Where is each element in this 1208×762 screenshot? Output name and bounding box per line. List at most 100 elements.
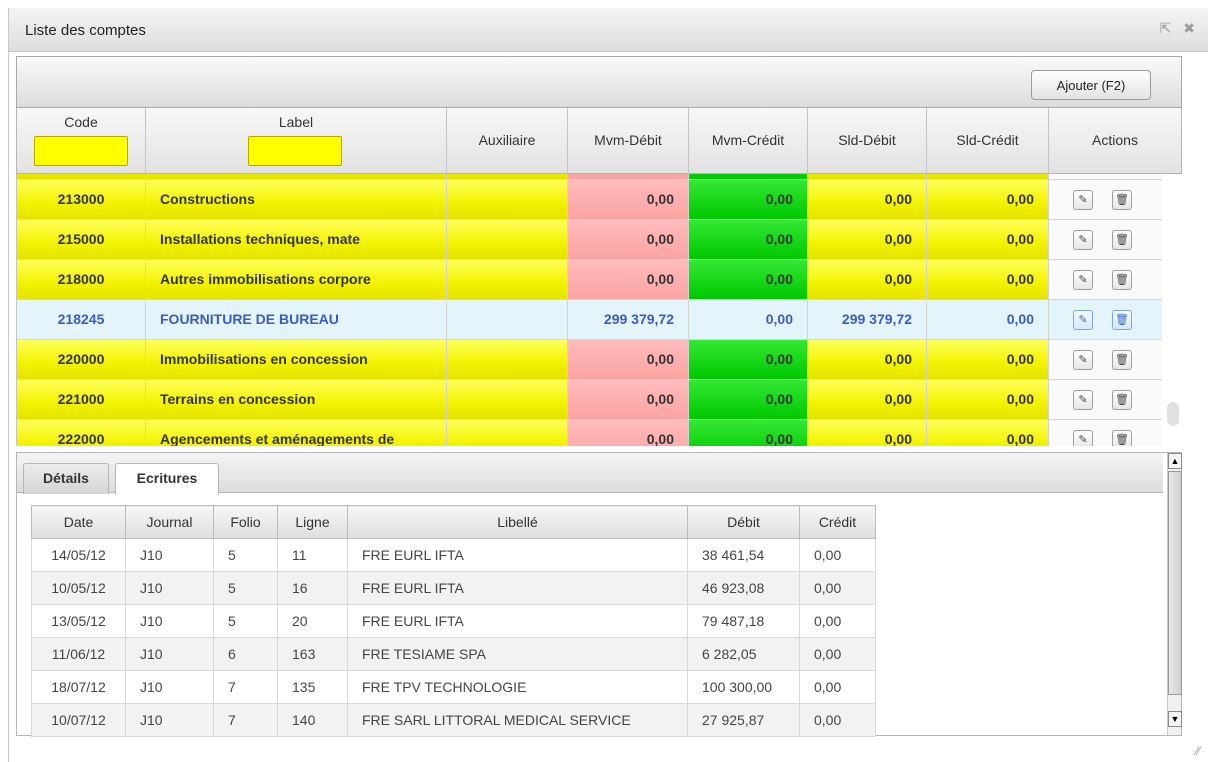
scroll-down-icon[interactable]: ▼ xyxy=(1168,711,1182,727)
edit-icon[interactable]: ✎ xyxy=(1073,190,1093,210)
table-row[interactable]: 221000 Terrains en concession 0,00 0,00 … xyxy=(17,380,1163,420)
delete-icon[interactable]: 🗑 xyxy=(1112,190,1132,210)
column-header-mvm-debit[interactable]: Mvm-Débit xyxy=(568,108,689,174)
column-header-journal[interactable]: Journal xyxy=(125,505,214,539)
details-scroll-thumb[interactable] xyxy=(1168,471,1182,695)
table-row[interactable]: 220000 Immobilisations en concession 0,0… xyxy=(17,340,1163,380)
column-header-code[interactable]: Code xyxy=(17,108,146,174)
details-panel: Détails Ecritures Date Journal Folio Lig… xyxy=(16,452,1182,737)
table-row[interactable]: 18/07/12 J10 7 135 FRE TPV TECHNOLOGIE 1… xyxy=(31,670,876,704)
details-scrollbar[interactable]: ▲ ▼ xyxy=(1167,453,1182,735)
table-row[interactable]: 14/05/12 J10 5 11 FRE EURL IFTA 38 461,5… xyxy=(31,538,876,572)
column-header-sld-credit[interactable]: Sld-Crédit xyxy=(927,108,1049,174)
column-header-credit[interactable]: Crédit xyxy=(799,505,876,539)
accounts-grid-scrollbar[interactable] xyxy=(1162,174,1182,446)
cell-mvm-credit: 0,00 xyxy=(689,300,808,340)
column-header-label[interactable]: Label xyxy=(146,108,447,174)
table-row[interactable]: 13/05/12 J10 5 20 FRE EURL IFTA 79 487,1… xyxy=(31,604,876,638)
cell-credit: 0,00 xyxy=(799,670,876,704)
cell-journal: J10 xyxy=(125,604,214,638)
cell-libelle: FRE EURL IFTA xyxy=(347,571,688,605)
cell-actions: ✎ 🗑 xyxy=(1049,340,1163,380)
code-filter-input[interactable] xyxy=(34,136,128,166)
delete-icon[interactable]: 🗑 xyxy=(1112,230,1132,250)
cell-label: Constructions xyxy=(146,180,447,220)
resize-grip-icon[interactable]: ⁄⁄ xyxy=(1196,744,1200,758)
cell-date: 18/07/12 xyxy=(31,670,126,704)
table-row[interactable]: 11/06/12 J10 6 163 FRE TESIAME SPA 6 282… xyxy=(31,637,876,671)
column-header-libelle[interactable]: Libellé xyxy=(347,505,688,539)
cell-ligne: 140 xyxy=(277,703,348,737)
popout-icon[interactable]: ⇱ xyxy=(1160,20,1172,36)
delete-icon[interactable]: 🗑 xyxy=(1112,390,1132,410)
tab-ecritures[interactable]: Ecritures xyxy=(115,463,219,495)
cell-credit: 0,00 xyxy=(799,571,876,605)
close-icon[interactable]: ✖ xyxy=(1183,20,1195,36)
cell-auxiliaire xyxy=(447,420,568,446)
column-header-ligne[interactable]: Ligne xyxy=(277,505,348,539)
scroll-up-icon[interactable]: ▲ xyxy=(1168,453,1182,469)
cell-ligne: 135 xyxy=(277,670,348,704)
label-filter-input[interactable] xyxy=(248,136,342,166)
delete-icon[interactable]: 🗑 xyxy=(1112,310,1132,330)
cell-auxiliaire xyxy=(447,340,568,380)
toolbar: Ajouter (F2) xyxy=(16,56,1182,108)
cell-ligne: 16 xyxy=(277,571,348,605)
table-row[interactable]: 10/07/12 J10 7 140 FRE SARL LITTORAL MED… xyxy=(31,703,876,737)
cell-credit: 0,00 xyxy=(799,637,876,671)
cell-code: 222000 xyxy=(17,420,146,446)
cell-debit: 27 925,87 xyxy=(687,703,800,737)
cell-mvm-credit: 0,00 xyxy=(689,340,808,380)
column-label-label: Label xyxy=(278,114,314,130)
column-label-sld-credit: Sld-Crédit xyxy=(956,132,1019,148)
edit-icon[interactable]: ✎ xyxy=(1073,310,1093,330)
column-label-code: Code xyxy=(64,114,98,130)
tab-details[interactable]: Détails xyxy=(23,463,109,494)
cell-sld-debit: 0,00 xyxy=(808,340,927,380)
cell-auxiliaire xyxy=(447,380,568,420)
column-header-sld-debit[interactable]: Sld-Débit xyxy=(808,108,927,174)
cell-debit: 46 923,08 xyxy=(687,571,800,605)
edit-icon[interactable]: ✎ xyxy=(1073,270,1093,290)
table-row[interactable]: 218000 Autres immobilisations corpore 0,… xyxy=(17,260,1163,300)
table-row-selected[interactable]: 218245 FOURNITURE DE BUREAU 299 379,72 0… xyxy=(17,300,1163,340)
cell-folio: 5 xyxy=(213,604,278,638)
cell-sld-debit: 299 379,72 xyxy=(808,300,927,340)
cell-actions: ✎ 🗑 xyxy=(1049,420,1163,446)
cell-ligne: 11 xyxy=(277,538,348,572)
cell-mvm-debit: 0,00 xyxy=(568,220,689,260)
column-header-folio[interactable]: Folio xyxy=(213,505,278,539)
cell-date: 10/05/12 xyxy=(31,571,126,605)
delete-icon[interactable]: 🗑 xyxy=(1112,270,1132,290)
cell-label: Agencements et aménagements de xyxy=(146,420,447,446)
edit-icon[interactable]: ✎ xyxy=(1073,390,1093,410)
cell-libelle: FRE TPV TECHNOLOGIE xyxy=(347,670,688,704)
cell-sld-debit: 0,00 xyxy=(808,180,927,220)
column-header-mvm-credit[interactable]: Mvm-Crédit xyxy=(689,108,808,174)
column-header-auxiliaire[interactable]: Auxiliaire xyxy=(447,108,568,174)
column-header-debit[interactable]: Débit xyxy=(687,505,800,539)
table-row[interactable]: 213000 Constructions 0,00 0,00 0,00 0,00… xyxy=(17,180,1163,220)
add-account-button[interactable]: Ajouter (F2) xyxy=(1031,70,1151,100)
cell-sld-credit: 0,00 xyxy=(927,420,1049,446)
cell-credit: 0,00 xyxy=(799,703,876,737)
column-header-actions: Actions xyxy=(1049,108,1181,174)
window-titlebar: Liste des comptes ⇱ ✖ xyxy=(9,8,1208,52)
cell-actions: ✎ 🗑 xyxy=(1049,300,1163,340)
delete-icon[interactable]: 🗑 xyxy=(1112,430,1132,446)
table-row[interactable]: 215000 Installations techniques, mate 0,… xyxy=(17,220,1163,260)
delete-icon[interactable]: 🗑 xyxy=(1112,350,1132,370)
table-row[interactable]: 222000 Agencements et aménagements de 0,… xyxy=(17,420,1163,446)
cell-mvm-debit: 0,00 xyxy=(568,340,689,380)
cell-sld-credit: 0,00 xyxy=(927,220,1049,260)
table-row[interactable]: 10/05/12 J10 5 16 FRE EURL IFTA 46 923,0… xyxy=(31,571,876,605)
cell-debit: 100 300,00 xyxy=(687,670,800,704)
cell-sld-debit: 0,00 xyxy=(808,380,927,420)
edit-icon[interactable]: ✎ xyxy=(1073,230,1093,250)
edit-icon[interactable]: ✎ xyxy=(1073,430,1093,446)
edit-icon[interactable]: ✎ xyxy=(1073,350,1093,370)
accounts-grid-scroll-thumb[interactable] xyxy=(1167,402,1179,426)
cell-libelle: FRE SARL LITTORAL MEDICAL SERVICE xyxy=(347,703,688,737)
column-header-date[interactable]: Date xyxy=(31,505,126,539)
cell-mvm-credit: 0,00 xyxy=(689,420,808,446)
